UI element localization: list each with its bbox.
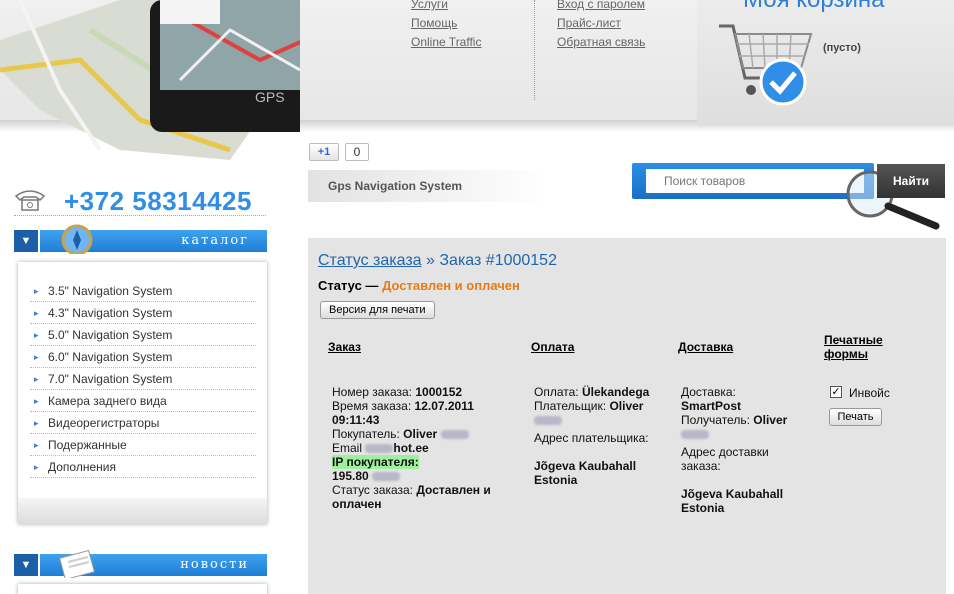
payer-address-label: Адрес плательщика: <box>534 431 649 445</box>
shopping-cart-icon[interactable] <box>715 16 815 108</box>
menu-item-5-0-navigation[interactable]: 5.0" Navigation System <box>30 324 256 346</box>
nav-link-price-list[interactable]: Прайс-лист <box>557 14 645 33</box>
recipient-name: Oliver <box>753 413 788 427</box>
delivery-method-label: Доставка: <box>681 385 736 399</box>
news-panel <box>18 584 267 594</box>
payer-address-line1: Jõgeva Kaubahall <box>534 459 637 473</box>
header-nav-secondary: Вход с паролем Прайс-лист Обратная связь <box>557 0 645 52</box>
payer-address-line2: Estonia <box>534 473 578 487</box>
ip-label: IP покупателя: <box>332 455 419 469</box>
menu-item-used[interactable]: Подержанные <box>30 434 256 456</box>
catalog-menu-footer <box>18 498 267 524</box>
invoice-label: Инвойс <box>849 386 890 400</box>
menu-item-accessories[interactable]: Дополнения <box>30 456 256 478</box>
nav-link-help[interactable]: Помощь <box>411 14 481 33</box>
google-plusone-button[interactable]: +1 <box>309 143 339 161</box>
breadcrumb-order-status-link[interactable]: Статус заказа <box>318 252 422 269</box>
nav-link-online-traffic[interactable]: Online Traffic <box>411 33 481 52</box>
delivery-details: Доставка: SmartPost Получатель: Oliver А… <box>681 385 811 515</box>
payment-details: Оплата: Ülekandega Плательщик: Oliver Ад… <box>534 385 664 487</box>
catalog-header[interactable]: ▼ каталог <box>14 224 267 254</box>
menu-item-7-0-navigation[interactable]: 7.0" Navigation System <box>30 368 256 390</box>
order-status-line: Статус — Доставлен и оплачен <box>318 278 520 293</box>
buyer-email: hot.ee <box>393 441 429 455</box>
page: GPS Услуги Помощь Online Traffic Вход с … <box>0 0 954 594</box>
news-header[interactable]: ▼ новости <box>14 550 267 578</box>
catalog-label: каталог <box>181 233 249 248</box>
compass-icon <box>61 224 93 254</box>
email-label: Email <box>332 441 363 455</box>
column-header-order: Заказ <box>328 340 361 354</box>
header-nav-primary: Услуги Помощь Online Traffic <box>411 0 481 52</box>
nav-link-services[interactable]: Услуги <box>411 0 481 14</box>
menu-item-rear-camera[interactable]: Камера заднего вида <box>30 390 256 412</box>
delivery-method: SmartPost <box>681 399 742 413</box>
buyer-ip: 195.80 <box>332 469 369 483</box>
order-panel: Статус заказа » Заказ #1000152 Статус — … <box>308 238 946 594</box>
redacted-text <box>365 444 394 454</box>
breadcrumb-current: Заказ #1000152 <box>439 252 557 269</box>
cart-title[interactable]: Моя корзина <box>743 0 884 14</box>
delivery-address-line1: Jõgeva Kaubahall <box>681 487 784 501</box>
print-version-button[interactable]: Версия для печати <box>320 301 435 319</box>
invoice-checkbox[interactable]: ✓ <box>830 386 842 398</box>
nav-link-feedback[interactable]: Обратная связь <box>557 33 645 52</box>
payer-label: Плательщик: <box>534 399 607 413</box>
search-input[interactable] <box>646 169 864 193</box>
delivery-address-line2: Estonia <box>681 501 725 515</box>
order-number-label: Номер заказа: <box>332 385 413 399</box>
recipient-label: Получатель: <box>681 413 750 427</box>
menu-item-4-3-navigation[interactable]: 4.3" Navigation System <box>30 302 256 324</box>
menu-item-3-5-navigation[interactable]: 3.5" Navigation System <box>30 280 256 302</box>
column-header-delivery: Доставка <box>678 340 734 354</box>
plusone-count: 0 <box>345 143 369 161</box>
chevron-down-icon[interactable]: ▼ <box>14 554 40 576</box>
site-tagline: Gps Navigation System <box>308 170 548 202</box>
redacted-text <box>534 416 562 426</box>
nav-link-login[interactable]: Вход с паролем <box>557 0 645 14</box>
calendar-icon <box>59 550 95 578</box>
payment-method: Ülekandega <box>581 385 650 399</box>
phone-number[interactable]: +372 58314425 <box>64 186 252 217</box>
payment-method-label: Оплата: <box>534 385 579 399</box>
order-status-label: Статус заказа: <box>332 483 414 497</box>
order-details: Номер заказа: 1000152 Время заказа: 12.0… <box>332 385 512 511</box>
order-time-label: Время заказа: <box>332 399 412 413</box>
breadcrumb: Статус заказа » Заказ #1000152 <box>318 252 557 270</box>
redacted-text <box>440 430 469 440</box>
news-label: новости <box>180 557 249 572</box>
phone-divider <box>14 215 266 216</box>
delivery-address-label: Адрес доставки заказа: <box>681 445 769 473</box>
print-button[interactable]: Печать <box>829 408 882 426</box>
print-forms-line1: Печатные <box>824 333 883 347</box>
breadcrumb-separator: » <box>426 252 435 269</box>
status-value: Доставлен и оплачен <box>382 278 520 293</box>
nav-divider <box>534 0 535 100</box>
catalog-menu: 3.5" Navigation System 4.3" Navigation S… <box>18 262 267 524</box>
cart-empty-label: (пусто) <box>823 42 861 54</box>
status-label: Статус — <box>318 278 379 293</box>
telephone-icon <box>14 190 46 211</box>
print-forms-line2: формы <box>824 347 868 361</box>
gps-device-label: GPS <box>255 89 285 105</box>
column-header-payment: Оплата <box>531 340 575 354</box>
phone-block: +372 58314425 <box>14 186 266 216</box>
gps-map-illustration: GPS <box>0 0 300 160</box>
menu-item-dashcams[interactable]: Видеорегистраторы <box>30 412 256 434</box>
buyer-label: Покупатель: <box>332 427 400 441</box>
chevron-down-icon[interactable]: ▼ <box>14 230 40 252</box>
column-header-print-forms: Печатные формы <box>824 333 883 361</box>
cart-panel[interactable]: Моя корзина (пусто) <box>697 0 954 126</box>
redacted-text <box>681 430 709 440</box>
search-button[interactable]: Найти <box>877 164 945 198</box>
buyer-name: Oliver <box>403 427 438 441</box>
order-number: 1000152 <box>415 385 463 399</box>
payer-name: Oliver <box>609 399 644 413</box>
redacted-text <box>372 472 401 482</box>
menu-item-6-0-navigation[interactable]: 6.0" Navigation System <box>30 346 256 368</box>
